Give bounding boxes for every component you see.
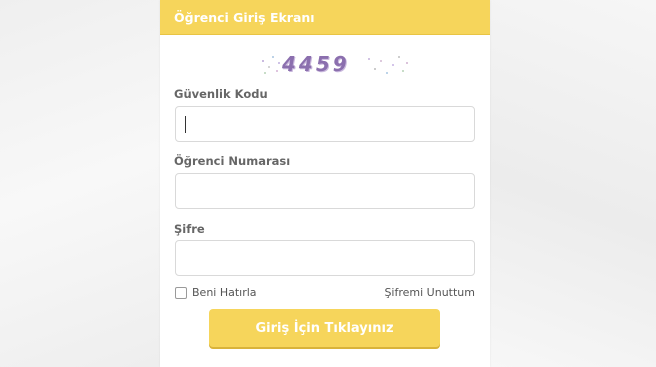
student-number-label: Öğrenci Numarası (174, 154, 291, 168)
captcha-image: 4459 (260, 50, 410, 80)
text-cursor (185, 116, 186, 133)
remember-me[interactable]: Beni Hatırla (175, 286, 257, 299)
password-input[interactable] (175, 240, 475, 276)
login-panel-title: Öğrenci Giriş Ekranı (174, 9, 315, 25)
background-left (0, 0, 160, 367)
login-panel: Öğrenci Giriş Ekranı 4459 Güvenlik Kodu … (160, 0, 490, 367)
captcha-code: 4459 (282, 52, 350, 76)
forgot-password-link[interactable]: Şifremi Unuttum (384, 286, 475, 299)
remember-me-checkbox[interactable] (175, 286, 187, 299)
login-panel-header: Öğrenci Giriş Ekranı (160, 0, 490, 35)
password-label: Şifre (174, 222, 205, 236)
student-number-input[interactable] (175, 173, 475, 209)
remember-me-label: Beni Hatırla (192, 286, 257, 299)
security-code-label: Güvenlik Kodu (174, 87, 268, 101)
login-submit-button[interactable]: Giriş İçin Tıklayınız (209, 309, 440, 347)
background-right (490, 0, 656, 367)
security-code-input[interactable] (175, 106, 475, 142)
